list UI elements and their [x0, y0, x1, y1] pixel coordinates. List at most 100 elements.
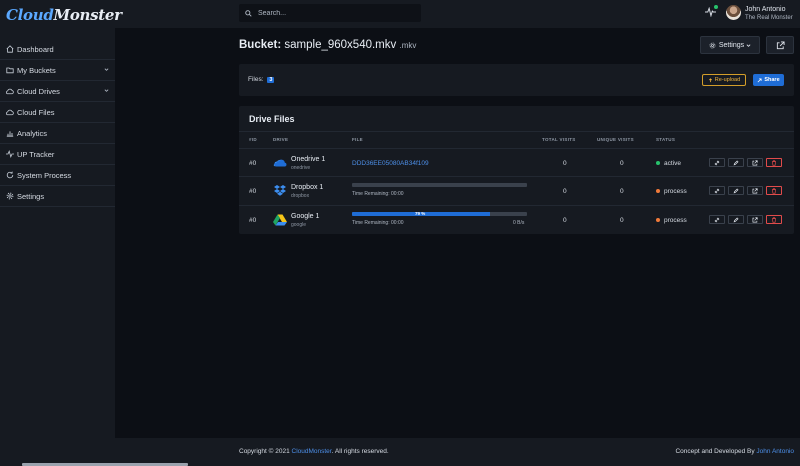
upload-icon: [708, 77, 712, 82]
open-button[interactable]: [747, 158, 763, 167]
drive-type: dropbox: [291, 193, 310, 199]
copyright-prefix: Copyright © 2021: [239, 448, 290, 455]
sidebar-item-label: Cloud Files: [17, 107, 55, 117]
share-button[interactable]: Share: [753, 74, 784, 86]
column-header-total-visits: TOTAL VISITS: [542, 137, 576, 142]
row-id: #0: [249, 217, 257, 224]
row-actions: [709, 186, 782, 195]
activity-icon: [5, 150, 14, 159]
online-dot: [714, 5, 718, 9]
edit-button[interactable]: [728, 215, 744, 224]
status-text: process: [664, 217, 687, 224]
share-label: Share: [764, 77, 780, 83]
total-visits: 0: [563, 160, 567, 167]
open-button[interactable]: [747, 215, 763, 224]
upload-progress-bar: [352, 183, 527, 187]
folder-icon: [5, 66, 14, 75]
drive-type: google: [291, 222, 307, 228]
user-menu[interactable]: John Antonio The Real Monster: [745, 5, 793, 23]
copyright-suffix: . All rights reserved.: [331, 448, 389, 455]
trash-icon: [772, 159, 776, 166]
activity-icon[interactable]: [705, 5, 718, 19]
column-header-drive: DRIVE: [273, 137, 289, 142]
logo-suffix: Monster: [53, 6, 123, 24]
sidebar-item-label: UP Tracker: [17, 149, 55, 159]
sidebar-item-analytics[interactable]: Analytics: [0, 123, 115, 144]
delete-button[interactable]: [766, 186, 782, 195]
chevron-down-icon: [104, 68, 109, 71]
column-header-id: #ID: [249, 137, 257, 142]
link-button[interactable]: [709, 215, 725, 224]
credit-prefix: Concept and Developed By: [675, 448, 755, 455]
sidebar-item-dashboard[interactable]: Dashboard: [0, 39, 115, 60]
avatar[interactable]: [726, 5, 741, 20]
files-count-badge: 3: [267, 77, 275, 83]
external-link-icon: [752, 216, 758, 222]
user-name: John Antonio: [745, 6, 786, 13]
drive-files-card: Drive Files #ID DRIVE FILE TOTAL VISITS …: [239, 106, 794, 234]
gear-icon: [5, 192, 14, 201]
edit-button[interactable]: [728, 186, 744, 195]
drive-name: Dropbox 1: [291, 184, 324, 191]
sidebar-item-settings[interactable]: Settings: [0, 186, 115, 207]
search-input[interactable]: [258, 9, 408, 17]
sidebar-item-label: Cloud Drives: [17, 86, 60, 96]
credit-name-link[interactable]: John Antonio: [756, 448, 794, 455]
total-visits: 0: [563, 188, 567, 195]
upload-speed: 0 B/s: [513, 220, 525, 226]
drive-type: onedrive: [291, 165, 311, 171]
table-row: #0 Onedrive 1 onedrive DDD36EE05080AB34f…: [239, 148, 794, 177]
status-text: active: [664, 160, 681, 167]
link-button[interactable]: [709, 186, 725, 195]
bar-chart-icon: [5, 129, 14, 138]
unique-visits: 0: [620, 217, 624, 224]
google-drive-icon: [273, 214, 287, 226]
external-link-icon: [752, 159, 758, 165]
copyright-brand-link[interactable]: CloudMonster: [292, 448, 332, 455]
search-box[interactable]: [239, 4, 421, 22]
user-subtitle: The Real Monster: [745, 15, 793, 21]
divider: [239, 131, 794, 132]
sidebar-item-system-process[interactable]: System Process: [0, 165, 115, 186]
brand-logo[interactable]: CloudMonster: [6, 6, 122, 24]
edit-button[interactable]: [728, 158, 744, 167]
copyright-text: Copyright © 2021 CloudMonster. All right…: [239, 448, 389, 455]
status-dot: [656, 218, 660, 223]
sidebar: Dashboard My Buckets Cloud Drives Cloud …: [0, 28, 115, 438]
onedrive-icon: [273, 159, 287, 167]
link-icon: [714, 160, 720, 165]
credit-text: Concept and Developed By John Antonio: [675, 448, 794, 455]
cloud-icon: [5, 108, 14, 117]
status-badge: active: [656, 160, 681, 167]
external-link-icon: [776, 40, 785, 49]
bucket-name: sample_960x540.mkv: [284, 39, 397, 51]
status-badge: process: [656, 188, 687, 195]
file-link[interactable]: DDD36EE05080AB34f109: [352, 160, 429, 167]
sidebar-item-cloud-drives[interactable]: Cloud Drives: [0, 81, 115, 102]
link-button[interactable]: [709, 158, 725, 167]
upload-progress-bar: [352, 212, 527, 216]
settings-button[interactable]: Settings: [700, 36, 760, 54]
sidebar-item-up-tracker[interactable]: UP Tracker: [0, 144, 115, 165]
page-title: Bucket: sample_960x540.mkv .mkv: [239, 39, 416, 51]
open-external-button[interactable]: [766, 36, 794, 54]
files-label: Files:: [248, 76, 264, 83]
row-id: #0: [249, 188, 257, 195]
sidebar-item-cloud-files[interactable]: Cloud Files: [0, 102, 115, 123]
trash-icon: [772, 216, 776, 223]
footer: Copyright © 2021 CloudMonster. All right…: [0, 438, 800, 466]
reupload-button[interactable]: Re-upload: [702, 74, 746, 86]
sidebar-item-my-buckets[interactable]: My Buckets: [0, 60, 115, 81]
top-bar: CloudMonster John Antonio The Real Monst…: [0, 0, 800, 28]
progress-label: 79 %: [415, 211, 426, 216]
delete-button[interactable]: [766, 215, 782, 224]
row-actions: [709, 158, 782, 167]
sidebar-item-label: Dashboard: [17, 44, 54, 54]
files-count-label: Files: 3: [248, 76, 275, 83]
dropbox-icon: [274, 185, 286, 196]
trash-icon: [772, 187, 776, 194]
drive-name: Google 1: [291, 213, 320, 220]
delete-button[interactable]: [766, 158, 782, 167]
open-button[interactable]: [747, 186, 763, 195]
sidebar-item-label: System Process: [17, 170, 72, 180]
